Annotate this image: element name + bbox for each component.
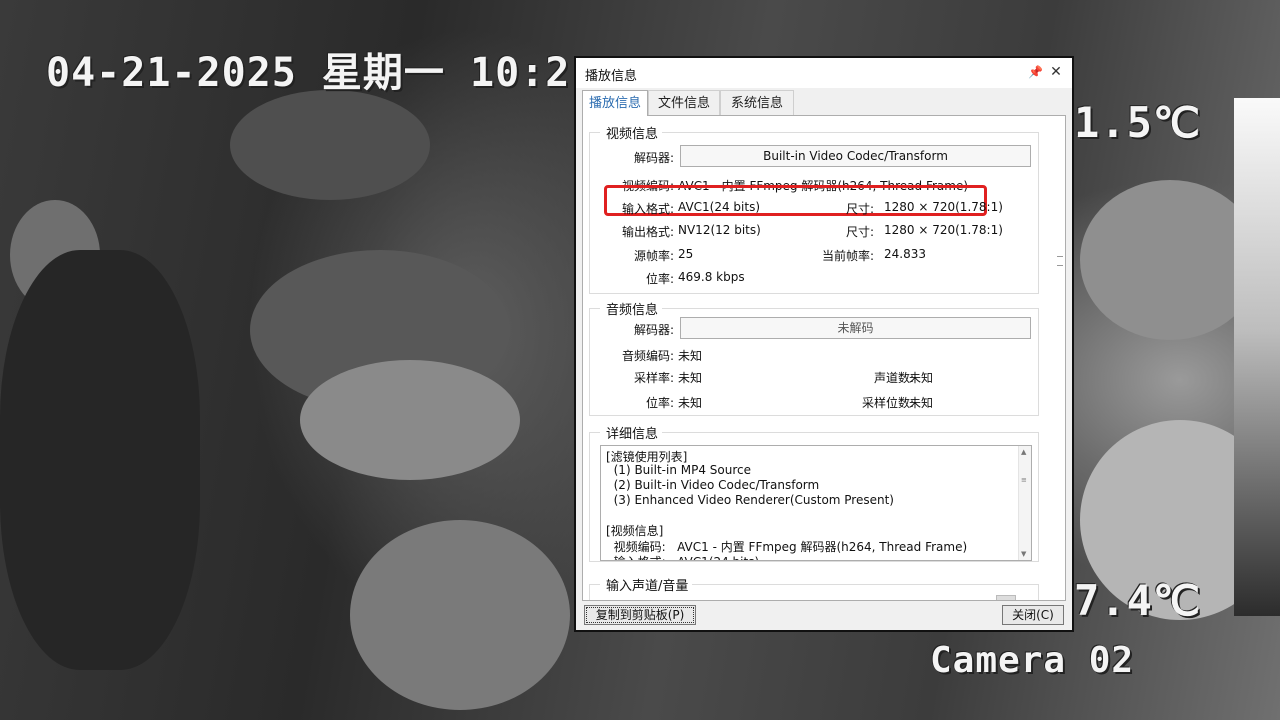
video-decoder-field: Built-in Video Codec/Transform bbox=[680, 145, 1031, 167]
pin-icon[interactable]: 📌 bbox=[1028, 64, 1043, 80]
output-format-label: 输出格式: bbox=[621, 225, 674, 239]
dialog-title: 播放信息 bbox=[585, 69, 638, 84]
scroll-up-arrow-icon[interactable]: ▲ bbox=[1021, 448, 1026, 456]
section-title: 输入声道/音量 bbox=[600, 575, 693, 594]
close-icon[interactable]: ✕ bbox=[1048, 63, 1064, 81]
dialog-titlebar[interactable]: 播放信息 📌 ✕ bbox=[576, 58, 1072, 88]
input-size-value: 1280 × 720(1.78:1) bbox=[884, 200, 1003, 214]
current-fps-value: 24.833 bbox=[884, 247, 926, 261]
osd-temperature-bottom: 7.4℃ bbox=[1074, 576, 1202, 625]
osd-datetime: 04-21-2025 星期一 10:2 bbox=[46, 50, 571, 96]
scooter-shape bbox=[300, 360, 520, 480]
section-title: 音频信息 bbox=[600, 299, 663, 318]
current-fps-label: 当前帧率: bbox=[821, 249, 874, 263]
scooter-shape bbox=[230, 90, 430, 200]
car-shape bbox=[1080, 180, 1260, 340]
copy-to-clipboard-button[interactable]: 复制到剪贴板(P) bbox=[584, 605, 696, 625]
tab-file-info[interactable]: 文件信息 bbox=[648, 90, 720, 115]
input-size-label: 尺寸: bbox=[845, 202, 874, 216]
volume-control-stub[interactable] bbox=[996, 595, 1016, 600]
section-title: 视频信息 bbox=[600, 123, 663, 142]
details-line: (2) Built-in Video Codec/Transform bbox=[606, 478, 820, 492]
audio-decoder-label: 解码器: bbox=[633, 323, 674, 337]
scooter-shape bbox=[350, 520, 570, 710]
sample-rate-label: 采样率: bbox=[633, 371, 674, 385]
audio-bitrate-label: 位率: bbox=[645, 396, 674, 410]
person-body bbox=[0, 250, 200, 670]
tab-content-panel: 视频信息 解码器: Built-in Video Codec/Transform… bbox=[582, 115, 1066, 601]
output-format-value: NV12(12 bits) bbox=[678, 223, 761, 237]
playback-info-dialog: 播放信息 📌 ✕ 播放信息 文件信息 系统信息 视频信息 解码器: Built-… bbox=[574, 56, 1074, 632]
audio-info-section: 音频信息 解码器: 未解码 音频编码: 未知 采样率: 未知 声道数: 未知 位… bbox=[589, 299, 1039, 416]
tab-playback-info[interactable]: 播放信息 bbox=[582, 90, 648, 116]
source-fps-value: 25 bbox=[678, 247, 694, 261]
source-fps-label: 源帧率: bbox=[633, 249, 674, 263]
audio-bitrate-value: 未知 bbox=[678, 396, 703, 410]
panel-scroll-grip[interactable] bbox=[1057, 256, 1063, 266]
video-bitrate-label: 位率: bbox=[645, 272, 674, 286]
details-section: 详细信息 [滤镜使用列表] (1) Built-in MP4 Source (2… bbox=[589, 423, 1039, 562]
close-button[interactable]: 关闭(C) bbox=[1002, 605, 1064, 625]
video-info-section: 视频信息 解码器: Built-in Video Codec/Transform… bbox=[589, 123, 1039, 294]
audio-codec-label: 音频编码: bbox=[621, 349, 674, 363]
details-scrollbar[interactable]: ▲ ≡ ▼ bbox=[1018, 446, 1031, 560]
tab-system-info[interactable]: 系统信息 bbox=[720, 90, 794, 115]
details-line: 输入格式: AVC1(24 bits) bbox=[606, 553, 760, 560]
output-size-value: 1280 × 720(1.78:1) bbox=[884, 223, 1003, 237]
channels-label: 声道数: bbox=[873, 371, 914, 385]
details-line: [视频信息] bbox=[606, 524, 664, 538]
channels-value: 未知 bbox=[909, 371, 934, 385]
osd-temperature-top: 1.5℃ bbox=[1074, 98, 1202, 147]
input-format-label: 输入格式: bbox=[621, 202, 674, 216]
tab-bar: 播放信息 文件信息 系统信息 bbox=[582, 90, 1066, 116]
section-title: 详细信息 bbox=[600, 423, 663, 442]
audio-decoder-field: 未解码 bbox=[680, 317, 1031, 339]
scroll-thumb-grip-icon[interactable]: ≡ bbox=[1021, 476, 1027, 484]
video-bitrate-value: 469.8 kbps bbox=[678, 270, 745, 284]
temperature-scale-bar bbox=[1234, 98, 1280, 616]
bit-depth-label: 采样位数: bbox=[861, 396, 914, 410]
details-line: (3) Enhanced Video Renderer(Custom Prese… bbox=[606, 493, 894, 507]
input-format-value: AVC1(24 bits) bbox=[678, 200, 761, 214]
details-textbox[interactable]: [滤镜使用列表] (1) Built-in MP4 Source (2) Bui… bbox=[600, 445, 1032, 561]
sample-rate-value: 未知 bbox=[678, 371, 703, 385]
audio-codec-value: 未知 bbox=[678, 349, 703, 363]
input-channel-volume-section: 输入声道/音量 bbox=[589, 575, 1039, 600]
output-size-label: 尺寸: bbox=[845, 225, 874, 239]
osd-camera-label: Camera 02 bbox=[930, 640, 1135, 681]
bit-depth-value: 未知 bbox=[909, 396, 934, 410]
scroll-down-arrow-icon[interactable]: ▼ bbox=[1021, 550, 1026, 558]
video-decoder-label: 解码器: bbox=[633, 151, 674, 165]
details-line: (1) Built-in MP4 Source bbox=[606, 463, 751, 477]
